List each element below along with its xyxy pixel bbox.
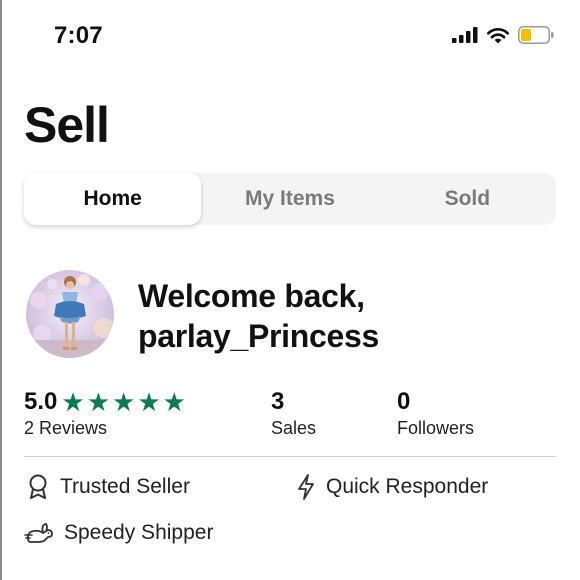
status-icons (452, 26, 554, 44)
star-icon: ★ (137, 387, 161, 417)
tab-my-items[interactable]: My Items (201, 173, 378, 225)
divider (24, 456, 556, 457)
reviews-count: 2 Reviews (24, 418, 108, 438)
star-icon: ★ (112, 387, 136, 417)
star-icon: ★ (86, 387, 110, 417)
avatar[interactable] (26, 270, 114, 358)
followers-label: Followers (397, 418, 475, 438)
lightning-icon (298, 474, 314, 500)
sales-label: Sales (271, 418, 317, 438)
welcome-username: parlay_Princess (138, 318, 380, 354)
tab-sold[interactable]: Sold (379, 173, 556, 225)
rabbit-icon (24, 522, 53, 543)
sales-value: 3 (271, 388, 285, 415)
seller-stats: 5.0 ★ ★ ★ ★ ★ 2 Reviews 3 Sales 0 Follow… (24, 388, 556, 444)
sales-stat[interactable]: 3 Sales (271, 388, 316, 439)
badge-quick-responder: Quick Responder (296, 474, 488, 500)
status-bar: 7:07 (0, 0, 580, 70)
segmented-tabs: Home My Items Sold (24, 173, 556, 225)
followers-value: 0 (397, 388, 411, 415)
badge-label: Trusted Seller (60, 475, 190, 498)
welcome-message: Welcome back, parlay_Princess (138, 276, 379, 356)
star-rating: ★ ★ ★ ★ ★ (61, 388, 186, 416)
battery-icon (518, 26, 554, 44)
followers-stat[interactable]: 0 Followers (397, 388, 474, 439)
avatar-image (26, 270, 114, 358)
badge-trusted-seller: Trusted Seller (26, 474, 190, 500)
cellular-signal-icon (452, 27, 478, 43)
badge-speedy-shipper: Speedy Shipper (24, 521, 213, 545)
badge-label: Speedy Shipper (64, 521, 214, 544)
rating-stat[interactable]: 5.0 ★ ★ ★ ★ ★ 2 Reviews (24, 388, 186, 439)
window-edge (0, 0, 2, 580)
star-icon: ★ (61, 387, 85, 417)
rating-row: 5.0 ★ ★ ★ ★ ★ (24, 388, 186, 416)
award-ribbon-icon (29, 474, 47, 499)
star-icon: ★ (162, 387, 186, 417)
wifi-icon (487, 27, 509, 43)
tab-home[interactable]: Home (24, 173, 202, 225)
welcome-line-1: Welcome back, (138, 278, 365, 314)
page-title: Sell (24, 97, 110, 153)
status-time: 7:07 (54, 22, 103, 49)
rating-value: 5.0 (24, 388, 58, 415)
badge-label: Quick Responder (326, 475, 489, 498)
